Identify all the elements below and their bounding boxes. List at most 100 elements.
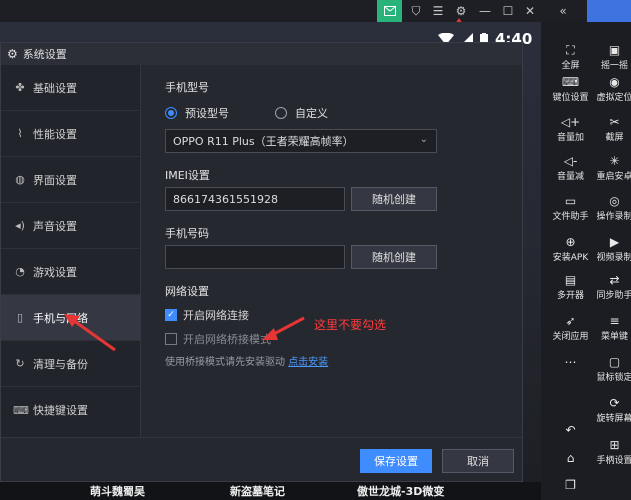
model-select-value: OPPO R11 Plus（王者荣耀高帧率） xyxy=(173,135,354,148)
imei-random-button[interactable]: 随机创建 xyxy=(351,187,437,211)
game-item[interactable]: 萌斗魏蜀吴 xyxy=(90,483,145,499)
sidebar-item-mouse-lock[interactable]: ▢ 鼠标锁定 xyxy=(592,354,631,383)
cancel-button[interactable]: 取消 xyxy=(442,449,514,473)
sidebar-item-keyboard[interactable]: ⌨ 键位设置 xyxy=(548,74,593,103)
shake-icon: ▣ xyxy=(608,43,621,57)
sidebar-item-restart[interactable]: ✳ 重启安卓 xyxy=(592,153,631,182)
dialog-title: 系统设置 xyxy=(22,48,67,61)
emulator-window: ⛉ ☰ ⚙ — ☐ ✕ « 4:40 ⛶ 全屏 ▣ 摇一摇 ⌨ 键位设置 ◉ 虚拟定位 ◁+ 音量… xyxy=(0,0,631,500)
nav-label: 声音设置 xyxy=(33,219,77,233)
puzzle-icon: ✤ xyxy=(15,81,25,94)
sidebar-item-rotate[interactable]: ⟳ 旋转屏幕 xyxy=(592,395,631,424)
sidebar-item-label: 视频录制 xyxy=(596,253,631,263)
minimize-icon: — xyxy=(479,4,491,18)
nav-label: 基础设置 xyxy=(33,81,77,95)
phone-number-input[interactable] xyxy=(165,245,345,269)
location-icon: ◉ xyxy=(609,75,620,89)
sidebar-item-home[interactable]: ⌂ xyxy=(548,450,593,466)
mail-button[interactable] xyxy=(377,0,402,22)
annotation-arrow-nav xyxy=(64,314,116,352)
sidebar-item-video[interactable]: ▶ 视频录制 xyxy=(592,234,631,263)
record-icon: ◎ xyxy=(609,194,620,208)
back-icon: ↶ xyxy=(565,423,576,437)
home-icon: ⌂ xyxy=(566,451,575,465)
radio-custom[interactable]: 自定义 xyxy=(275,105,328,121)
sidebar-item-label: 手柄设置 xyxy=(596,456,631,466)
radio-dot-checked xyxy=(165,107,177,119)
fullscreen-icon: ⛶ xyxy=(566,43,575,57)
settings-dialog: ⚙ 系统设置 ✤ 基础设置 ⌇ 性能设置 ◍ 界面设置 ◂) 声音设置 ◔ 游戏设置 ▯ 手… xyxy=(0,42,523,482)
imei-label: IMEI设置 xyxy=(165,169,210,182)
sidebar-item-file[interactable]: ▭ 文件助手 xyxy=(548,193,593,222)
nav-item-interface[interactable]: ◍ 界面设置 xyxy=(1,157,141,203)
nav-item-performance[interactable]: ⌇ 性能设置 xyxy=(1,111,141,157)
sidebar-item-sync[interactable]: ⇄ 同步助手 xyxy=(592,272,631,301)
sidebar-item-label: 音量加 xyxy=(556,133,584,143)
annotation-text: 这里不要勾选 xyxy=(314,318,387,332)
dialog-header: ⚙ 系统设置 xyxy=(1,43,522,65)
nav-item-game[interactable]: ◔ 游戏设置 xyxy=(1,249,141,295)
sidebar-item-label: 截屏 xyxy=(605,133,624,143)
shirt-icon: ⛉ xyxy=(411,3,421,18)
imei-input[interactable]: 866174361551928 xyxy=(165,187,345,211)
maximize-button[interactable]: ☐ xyxy=(497,0,519,22)
sidebar-item-apk[interactable]: ⊕ 安装APK xyxy=(548,234,593,263)
sidebar-item-volume-down[interactable]: ◁- 音量减 xyxy=(548,153,593,182)
sidebar-item-volume-up[interactable]: ◁+ 音量加 xyxy=(548,114,593,143)
enable-bridge-checkbox[interactable]: 开启网络桥接模式 xyxy=(165,331,271,347)
close-button[interactable]: ✕ xyxy=(519,0,541,22)
game-item[interactable]: 新盗墓笔记 xyxy=(230,483,285,499)
model-select[interactable]: OPPO R11 Plus（王者荣耀高帧率） ⌄ xyxy=(165,129,437,153)
install-link[interactable]: 点击安装 xyxy=(288,357,328,368)
rotate-icon: ⟳ xyxy=(609,396,620,410)
sidebar-item-multi[interactable]: ▤ 多开器 xyxy=(548,272,593,301)
close-icon: ✕ xyxy=(524,4,536,18)
sidebar-item-label: 摇一摇 xyxy=(600,61,628,71)
sidebar-item-label: 全屏 xyxy=(561,61,580,71)
save-button[interactable]: 保存设置 xyxy=(360,449,432,473)
sidebar-item-scissors[interactable]: ✂ 截屏 xyxy=(592,114,631,143)
sidebar-item-label: 安装APK xyxy=(552,253,589,263)
sidebar-item-shake[interactable]: ▣ 摇一摇 xyxy=(592,42,631,71)
skin-button[interactable]: ⛉ xyxy=(405,0,427,22)
sidebar-item-more[interactable]: ⋯ xyxy=(548,354,593,370)
sidebar-item-label: 重启安卓 xyxy=(596,172,631,182)
sidebar-item-gamepad[interactable]: ⊞ 手柄设置 xyxy=(592,437,631,466)
phone-random-button[interactable]: 随机创建 xyxy=(351,245,437,269)
sidebar-item-label: 旋转屏幕 xyxy=(596,414,631,424)
sidebar-item-label: 鼠标锁定 xyxy=(596,373,631,383)
performance-icon: ⌇ xyxy=(17,127,23,140)
minimize-button[interactable]: — xyxy=(474,0,496,22)
sound-icon: ◂) xyxy=(15,219,25,232)
nav-item-basic[interactable]: ✤ 基础设置 xyxy=(1,65,141,111)
recent-icon: ❐ xyxy=(565,478,576,492)
sidebar-item-rocket[interactable]: ➶ 关闭应用 xyxy=(548,313,593,342)
bridge-hint: 使用桥接模式请先安装驱动 点击安装 xyxy=(165,353,328,368)
enable-network-checkbox[interactable]: ✓ 开启网络连接 xyxy=(165,307,249,323)
sidebar-item-fullscreen[interactable]: ⛶ 全屏 xyxy=(548,42,593,71)
sidebar-item-label: 同步助手 xyxy=(596,291,631,301)
clean-icon: ↻ xyxy=(15,357,25,370)
nav-item-shortcuts[interactable]: ⌨ 快捷键设置 xyxy=(1,387,141,433)
collapse-icon: « xyxy=(559,4,567,18)
radio-dot xyxy=(275,107,287,119)
collapse-button[interactable]: « xyxy=(552,0,574,22)
sidebar-item-label: 音量减 xyxy=(556,172,584,182)
mouse-lock-icon: ▢ xyxy=(608,355,621,369)
nav-item-sound[interactable]: ◂) 声音设置 xyxy=(1,203,141,249)
shortcut-icon: ⌨ xyxy=(13,403,29,417)
sidebar-item-back[interactable]: ↶ xyxy=(548,422,593,438)
maximize-icon: ☐ xyxy=(502,4,514,18)
sidebar-item-record[interactable]: ◎ 操作录制 xyxy=(592,193,631,222)
volume-down-icon: ◁- xyxy=(563,154,578,168)
game-item[interactable]: 傲世龙城-3D微变 xyxy=(357,483,444,499)
menu-key-icon: ≡ xyxy=(609,314,620,328)
settings-nav: ✤ 基础设置 ⌇ 性能设置 ◍ 界面设置 ◂) 声音设置 ◔ 游戏设置 ▯ 手机与网络 ↻ 清… xyxy=(1,65,141,437)
apk-icon: ⊕ xyxy=(565,235,576,249)
checkbox-empty xyxy=(165,333,177,345)
sidebar-item-location[interactable]: ◉ 虚拟定位 xyxy=(592,74,631,103)
sidebar-item-recent[interactable]: ❐ xyxy=(548,477,593,493)
radio-preset[interactable]: 预设型号 xyxy=(165,105,229,121)
checkbox-label: 开启网络连接 xyxy=(183,309,249,322)
sidebar-item-menu-key[interactable]: ≡ 菜单键 xyxy=(592,313,631,342)
